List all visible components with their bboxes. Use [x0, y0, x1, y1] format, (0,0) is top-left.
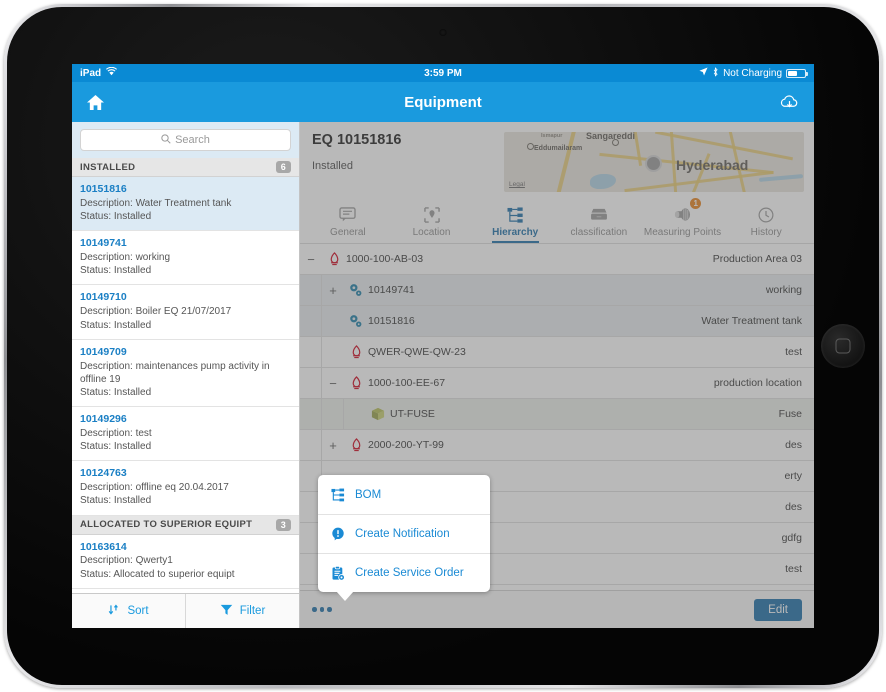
popover-item-label: BOM: [355, 488, 382, 501]
home-button-square-icon: [835, 338, 851, 354]
ipad-screen: iPad 3:59 PM Not Charging Equipment Sear…: [72, 64, 814, 628]
actions-popover-menu: BOM Create Notification Create Service O…: [318, 475, 490, 601]
ios-status-bar: iPad 3:59 PM Not Charging: [72, 64, 814, 82]
list-item-status: Status: Installed: [80, 265, 152, 277]
list-item-description: Description: Qwerty1: [80, 555, 173, 567]
list-item-description: Description: working: [80, 252, 171, 264]
list-item-id: 10151816: [80, 183, 127, 195]
device-label: iPad: [80, 67, 102, 79]
group-count-badge: 3: [275, 518, 291, 531]
list-item-id: 10149709: [80, 345, 127, 358]
bluetooth-icon: [712, 66, 719, 80]
filter-button[interactable]: Filter: [185, 594, 299, 628]
equipment-list[interactable]: INSTALLED 6 10151816 Description: Water …: [72, 158, 299, 593]
search-input[interactable]: Search: [80, 129, 291, 151]
popover-item-label: Create Notification: [355, 528, 450, 540]
popover-item-label: Create Service Order: [355, 567, 464, 579]
status-bar-right: Not Charging: [699, 66, 808, 80]
status-bar-left: iPad: [80, 66, 118, 79]
list-item-id: 10149710: [80, 291, 127, 304]
list-group-header: ALLOCATED TO SUPERIOR EQUIPT 3: [72, 515, 299, 535]
list-item[interactable]: 10149709 Description: maintenances pump …: [72, 340, 299, 408]
page-title: Equipment: [404, 93, 482, 111]
list-item-status: Status: Allocated to superior equipt: [80, 568, 235, 580]
service-order-icon: [330, 565, 345, 581]
list-item-status: Status: Installed: [80, 441, 152, 453]
list-toolbar: Sort Filter: [72, 593, 299, 628]
battery-icon: [786, 68, 808, 78]
sort-button[interactable]: Sort: [72, 594, 185, 628]
split-view: Search INSTALLED 6 10151816 Description:…: [72, 122, 814, 628]
detail-panel: EQ 10151816 Installed Sangareddi Ismapur…: [300, 122, 814, 628]
list-item-description: Description: offline eq 20.04.2017: [80, 482, 229, 494]
list-item-description: Description: test: [80, 427, 152, 439]
popover-item-create-notification[interactable]: Create Notification: [318, 514, 490, 553]
search-icon: [161, 131, 171, 149]
popover-item-bom[interactable]: BOM: [318, 475, 490, 514]
app-navigation-bar: Equipment: [72, 82, 814, 122]
list-item-status: Status: Installed: [80, 319, 152, 331]
master-panel: Search INSTALLED 6 10151816 Description:…: [72, 122, 300, 628]
search-bar-container: Search: [72, 122, 299, 158]
group-title: ALLOCATED TO SUPERIOR EQUIPT: [80, 519, 253, 531]
list-item-id: 10163614: [80, 540, 127, 553]
cloud-download-icon[interactable]: [779, 94, 800, 110]
list-item-description: Description: Water Treatment tank: [80, 197, 232, 209]
search-placeholder: Search: [175, 134, 210, 146]
list-item-id: 10149296: [80, 413, 127, 426]
list-item[interactable]: 10163614 Description: Qwerty1 Status: Al…: [72, 535, 299, 589]
list-item[interactable]: 10149710 Description: Boiler EQ 21/07/20…: [72, 285, 299, 340]
location-arrow-icon: [699, 67, 708, 79]
battery-status-label: Not Charging: [723, 67, 782, 79]
popover-item-create-service-order[interactable]: Create Service Order: [318, 553, 490, 592]
list-item-description: Description: maintenances pump activity …: [80, 360, 270, 385]
sort-label: Sort: [127, 605, 149, 617]
list-item-status: Status: Installed: [80, 495, 152, 507]
list-item-status: Status: Installed: [80, 386, 152, 398]
list-item[interactable]: 10151816 Description: Water Treatment ta…: [72, 177, 299, 232]
sort-icon: [108, 604, 120, 619]
group-count-badge: 6: [275, 161, 291, 173]
list-item[interactable]: 10149296 Description: test Status: Insta…: [72, 407, 299, 462]
list-item-id: 10149741: [80, 237, 127, 250]
list-item[interactable]: 10149741 Description: working Status: In…: [72, 231, 299, 286]
wifi-icon: [106, 66, 118, 79]
list-item-status: Status: Installed: [80, 211, 152, 223]
bom-tree-icon: [330, 488, 345, 502]
list-item[interactable]: 10124763 Description: offline eq 20.04.2…: [72, 461, 299, 516]
front-camera-icon: [439, 29, 447, 36]
home-icon[interactable]: [86, 94, 105, 111]
home-button[interactable]: [821, 324, 865, 368]
filter-label: Filter: [239, 605, 266, 617]
filter-icon: [220, 604, 233, 619]
list-item-description: Description: Boiler EQ 21/07/2017: [80, 306, 232, 318]
list-item-id: 10124763: [80, 467, 127, 480]
list-group-header: INSTALLED 6: [72, 158, 299, 177]
group-title: INSTALLED: [80, 161, 136, 173]
notification-icon: [330, 527, 345, 541]
